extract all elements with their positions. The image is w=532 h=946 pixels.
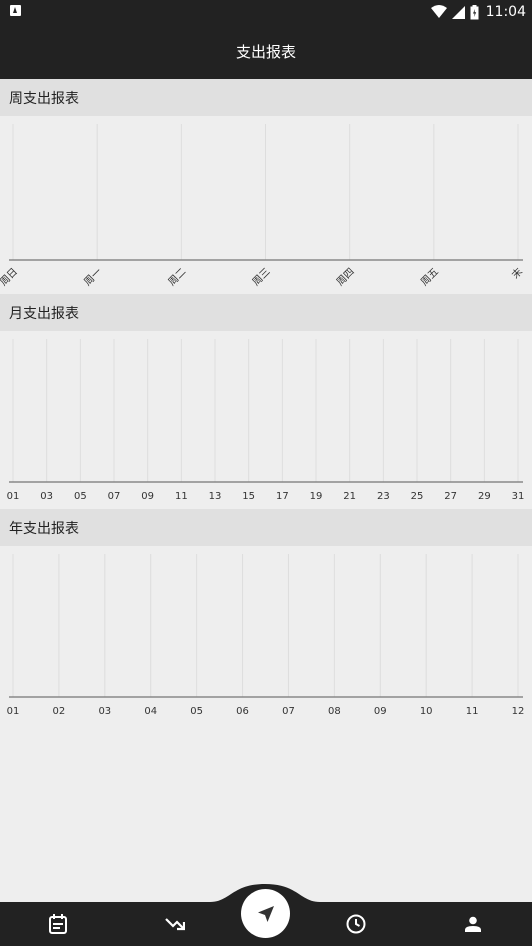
x-tick-label: 27 bbox=[444, 491, 457, 502]
monthly-section-title: 月支出报表 bbox=[9, 305, 79, 322]
x-tick-label: 周三 bbox=[250, 266, 273, 289]
wifi-icon bbox=[430, 5, 447, 18]
battery-icon bbox=[470, 4, 479, 19]
calendar-icon bbox=[49, 914, 67, 934]
page-title: 支出报表 bbox=[235, 43, 296, 61]
x-tick-label: 15 bbox=[242, 491, 255, 502]
x-tick-label: 02 bbox=[53, 706, 66, 717]
grid-lines bbox=[12, 124, 519, 260]
center-action-button[interactable] bbox=[241, 889, 290, 938]
yearly-section-header: 年支出报表 bbox=[0, 509, 532, 546]
x-tick-label: 09 bbox=[374, 706, 387, 717]
weekly-section-title: 周支出报表 bbox=[9, 90, 79, 107]
x-tick-label: 09 bbox=[141, 491, 154, 502]
x-tick-label: 05 bbox=[190, 706, 203, 717]
monthly-chart-svg: 01 03 05 07 09 11 13 15 17 19 21 23 25 27 29 31 bbox=[7, 339, 525, 502]
status-icons: 11:04 bbox=[430, 2, 526, 22]
x-tick-label: 25 bbox=[411, 491, 424, 502]
x-tick-label: 06 bbox=[236, 706, 249, 717]
x-tick-label: 11 bbox=[175, 491, 188, 502]
person-icon bbox=[465, 916, 481, 932]
nav-report-tab[interactable] bbox=[145, 902, 205, 946]
weekly-section-header: 周支出报表 bbox=[0, 79, 532, 116]
x-tick-label: 01 bbox=[7, 491, 20, 502]
grid-lines bbox=[12, 339, 519, 482]
nav-profile-tab[interactable] bbox=[443, 902, 503, 946]
x-tick-label: 12 bbox=[512, 706, 525, 717]
x-tick-label: 29 bbox=[478, 491, 491, 502]
nav-calendar-tab[interactable] bbox=[28, 902, 88, 946]
x-tick-label: 08 bbox=[328, 706, 341, 717]
x-tick-label: 01 bbox=[7, 706, 20, 717]
x-tick-label: 07 bbox=[108, 491, 121, 502]
trend-down-icon bbox=[165, 918, 185, 931]
app-bar: 支出报表 bbox=[0, 24, 532, 79]
x-tick-label: 周日 bbox=[0, 266, 20, 289]
weekly-expense-chart: 周日 周一 周二 周三 周四 周五 末 bbox=[0, 116, 532, 294]
nav-history-tab[interactable] bbox=[326, 902, 386, 946]
x-tick-label: 31 bbox=[512, 491, 525, 502]
monthly-section-header: 月支出报表 bbox=[0, 294, 532, 331]
x-tick-label: 04 bbox=[144, 706, 157, 717]
x-tick-label: 13 bbox=[209, 491, 222, 502]
x-tick-label: 19 bbox=[310, 491, 323, 502]
weekly-chart-svg: 周日 周一 周二 周三 周四 周五 末 bbox=[0, 124, 525, 289]
x-tick-label: 03 bbox=[98, 706, 111, 717]
x-tick-label: 17 bbox=[276, 491, 289, 502]
yearly-section-title: 年支出报表 bbox=[9, 520, 79, 537]
yearly-chart-svg: 01 02 03 04 05 06 07 08 09 10 11 12 bbox=[7, 554, 525, 717]
x-tick-label: 末 bbox=[509, 265, 525, 281]
x-tick-label: 07 bbox=[282, 706, 295, 717]
status-bar: 11:04 bbox=[0, 0, 532, 24]
x-tick-label: 周一 bbox=[82, 266, 105, 289]
x-tick-label: 21 bbox=[343, 491, 356, 502]
yearly-expense-chart: 01 02 03 04 05 06 07 08 09 10 11 12 bbox=[0, 546, 532, 726]
monthly-expense-chart: 01 03 05 07 09 11 13 15 17 19 21 23 25 27 29 31 bbox=[0, 331, 532, 509]
x-tick-label: 周二 bbox=[166, 266, 189, 289]
clock-time: 11:04 bbox=[485, 4, 526, 20]
x-tick-label: 周四 bbox=[334, 266, 357, 289]
x-tick-label: 03 bbox=[40, 491, 53, 502]
x-tick-label: 23 bbox=[377, 491, 390, 502]
grid-lines bbox=[12, 554, 519, 697]
x-tick-label: 11 bbox=[466, 706, 479, 717]
notification-icon bbox=[10, 5, 21, 16]
x-tick-label: 05 bbox=[74, 491, 87, 502]
clock-icon bbox=[346, 914, 366, 934]
cell-signal-icon bbox=[451, 5, 465, 19]
navigation-arrow-icon bbox=[257, 905, 274, 922]
x-tick-label: 10 bbox=[420, 706, 433, 717]
x-tick-label: 周五 bbox=[418, 266, 441, 289]
